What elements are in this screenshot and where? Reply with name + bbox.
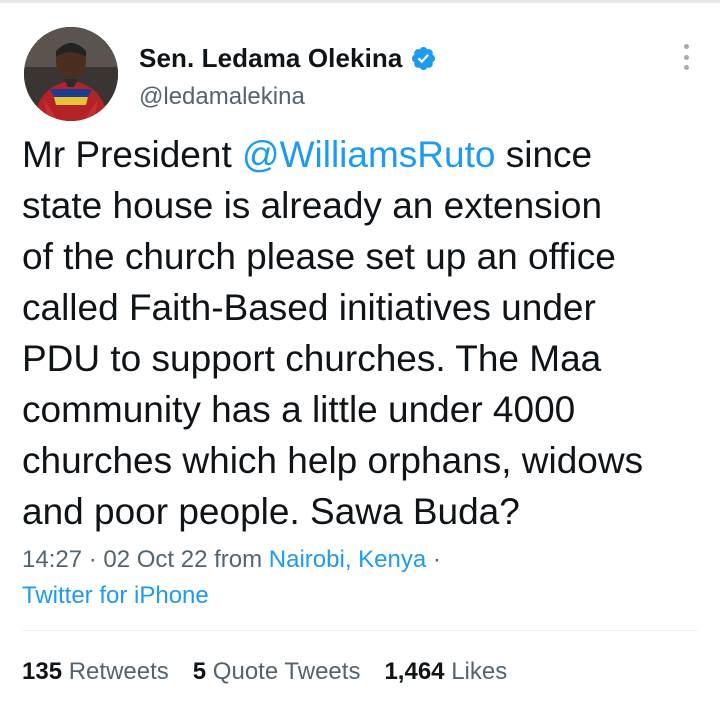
retweets-stat[interactable]: 135 Retweets: [22, 654, 169, 690]
meta-line-2: Twitter for iPhone: [22, 578, 441, 614]
quotes-count: 5: [192, 658, 207, 685]
author-display-name[interactable]: Sen. Ledama Olekina: [139, 43, 402, 74]
more-dot: [683, 44, 689, 49]
meta-separator: ·: [82, 546, 104, 573]
tweet-time[interactable]: 14:27: [22, 546, 82, 573]
retweets-count: 135: [22, 658, 63, 685]
tweet-text: Mr President @WilliamsRuto since state h…: [22, 129, 706, 537]
tweet-meta: 14:27 · 02 Oct 22 from Nairobi, Kenya · …: [22, 542, 441, 614]
mention-link[interactable]: @WilliamsRuto: [242, 134, 495, 175]
avatar[interactable]: [24, 27, 118, 121]
author-name-row: Sen. Ledama Olekina: [139, 40, 437, 76]
likes-count: 1,464: [384, 658, 445, 685]
top-border: [0, 0, 720, 3]
more-options-icon[interactable]: [676, 40, 696, 74]
quotes-label: Quote Tweets: [212, 658, 361, 685]
location-link[interactable]: Nairobi, Kenya: [269, 546, 426, 573]
retweets-label: Retweets: [68, 658, 169, 685]
profile-photo: [24, 27, 118, 121]
divider: [22, 630, 698, 631]
verified-badge-icon: [410, 45, 437, 72]
tweet-text-after: since state house is already an extensio…: [22, 134, 644, 532]
source-link[interactable]: Twitter for iPhone: [22, 582, 209, 609]
tweet-text-before: Mr President: [22, 134, 243, 175]
likes-stat[interactable]: 1,464 Likes: [384, 654, 507, 690]
tweet-date[interactable]: 02 Oct 22: [103, 546, 207, 573]
meta-separator: ·: [426, 546, 441, 573]
more-dot: [683, 65, 689, 70]
likes-label: Likes: [451, 658, 508, 685]
meta-line-1: 14:27 · 02 Oct 22 from Nairobi, Kenya ·: [22, 542, 441, 578]
quote-tweets-stat[interactable]: 5 Quote Tweets: [193, 654, 361, 690]
author-handle[interactable]: @ledamalekina: [139, 83, 305, 111]
more-dot: [683, 54, 689, 60]
tweet-stats: 135 Retweets 5 Quote Tweets 1,464 Likes: [22, 654, 507, 690]
from-label: from: [207, 546, 269, 573]
